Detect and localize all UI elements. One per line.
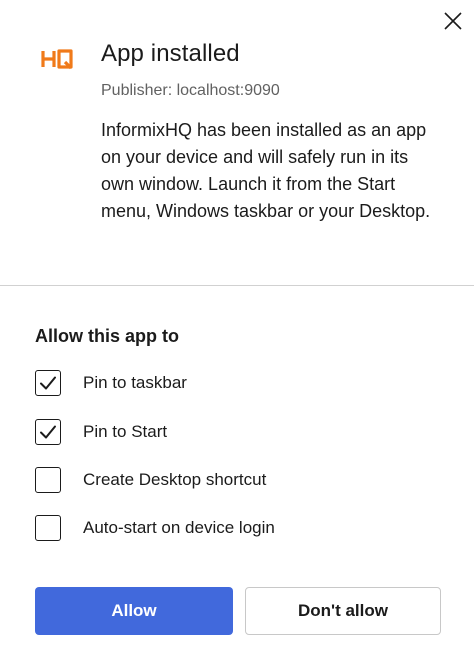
pin-taskbar-checkbox[interactable] — [35, 370, 61, 396]
option-label: Create Desktop shortcut — [83, 470, 267, 489]
allow-button[interactable]: Allow — [35, 587, 233, 635]
app-installed-dialog: App installed Publisher: localhost:9090 … — [0, 0, 474, 668]
install-description: InformixHQ has been installed as an app … — [101, 120, 431, 221]
option-label: Auto-start on device login — [83, 518, 275, 537]
dialog-title: App installed — [101, 40, 240, 67]
close-icon — [444, 12, 462, 30]
app-logo — [41, 49, 73, 70]
auto-start-checkbox[interactable] — [35, 515, 61, 541]
option-label: Pin to taskbar — [83, 373, 187, 392]
option-pin-start[interactable]: Pin to Start — [35, 417, 167, 447]
checkmark-icon — [40, 376, 56, 390]
checkmark-icon — [40, 425, 56, 439]
permissions-heading: Allow this app to — [35, 326, 179, 346]
divider — [0, 285, 474, 286]
desktop-shortcut-checkbox[interactable] — [35, 467, 61, 493]
publisher-text: Publisher: localhost:9090 — [101, 82, 280, 99]
option-label: Pin to Start — [83, 422, 168, 441]
option-desktop-shortcut[interactable]: Create Desktop shortcut — [35, 465, 266, 495]
option-auto-start[interactable]: Auto-start on device login — [35, 513, 275, 543]
dont-allow-button[interactable]: Don't allow — [245, 587, 441, 635]
close-button[interactable] — [438, 6, 468, 36]
pin-start-checkbox[interactable] — [35, 419, 61, 445]
option-pin-taskbar[interactable]: Pin to taskbar — [35, 368, 187, 398]
